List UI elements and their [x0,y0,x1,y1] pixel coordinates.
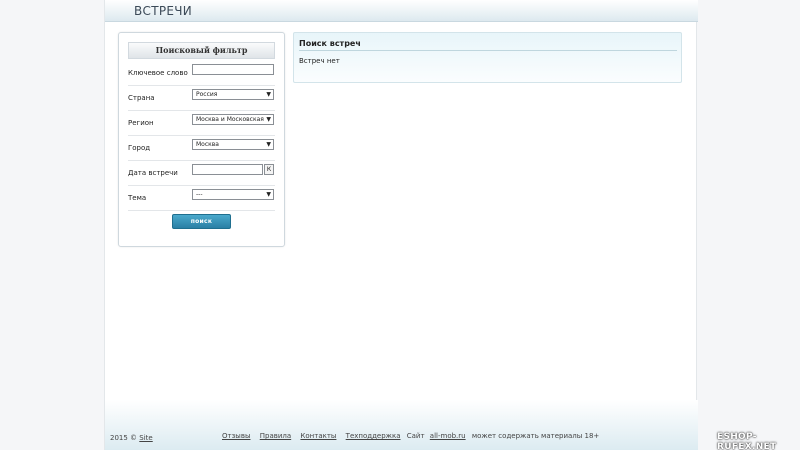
site-prefix: Сайт [406,432,425,440]
country-select[interactable]: Россия ▼ [192,89,274,100]
results-panel: Поиск встреч Встреч нет [293,32,682,83]
chevron-down-icon: ▼ [266,191,271,198]
results-title: Поиск встреч [299,39,361,48]
footer-link-contacts[interactable]: Контакты [300,432,336,440]
page-header: ВСТРЕЧИ [105,0,698,22]
keyword-input[interactable] [192,64,274,75]
footer-site-link[interactable]: all-mob.ru [430,432,466,440]
filter-row-region: Регион Москва и Московская ▼ [128,111,275,136]
chevron-down-icon: ▼ [266,116,271,123]
filter-row-city: Город Москва ▼ [128,136,275,161]
keyword-label: Ключевое слово [128,69,188,77]
date-input[interactable] [192,164,263,175]
page-footer: 2015 © Site Отзывы Правила Контакты Техп… [105,400,698,450]
calendar-button[interactable]: К [264,164,274,175]
filter-row-country: Страна Россия ▼ [128,86,275,111]
filter-row-topic: Тема --- ▼ [128,186,275,211]
copyright: 2015 © Site [110,434,153,442]
city-select[interactable]: Москва ▼ [192,139,274,150]
filter-row-date: Дата встречи К [128,161,275,186]
region-label: Регион [128,119,154,127]
footer-link-support[interactable]: Техподдержка [346,432,401,440]
chevron-down-icon: ▼ [266,91,271,98]
page-container: ВСТРЕЧИ Поисковый фильтр Ключевое слово … [104,0,698,450]
search-filter-panel: Поисковый фильтр Ключевое слово Страна Р… [118,32,285,247]
footer-link-rules[interactable]: Правила [260,432,291,440]
results-empty-text: Встреч нет [299,57,340,65]
site-link[interactable]: Site [139,434,152,442]
page-title: ВСТРЕЧИ [134,4,193,18]
footer-links: Отзывы Правила Контакты Техподдержка Сай… [222,432,606,440]
chevron-down-icon: ▼ [266,141,271,148]
search-button[interactable]: поиск [172,214,231,229]
watermark: ESHOP-RUFEX.NET [717,432,777,450]
date-label: Дата встречи [128,169,178,177]
footer-link-reviews[interactable]: Отзывы [222,432,251,440]
results-divider [299,50,677,51]
topic-select[interactable]: --- ▼ [192,189,274,200]
filter-row-keyword: Ключевое слово [128,61,275,86]
topic-label: Тема [128,194,147,202]
region-select[interactable]: Москва и Московская ▼ [192,114,274,125]
city-label: Город [128,144,151,152]
site-disclaimer: может содержать материалы 18+ [471,432,600,440]
country-label: Страна [128,94,155,102]
filter-title: Поисковый фильтр [128,42,275,59]
